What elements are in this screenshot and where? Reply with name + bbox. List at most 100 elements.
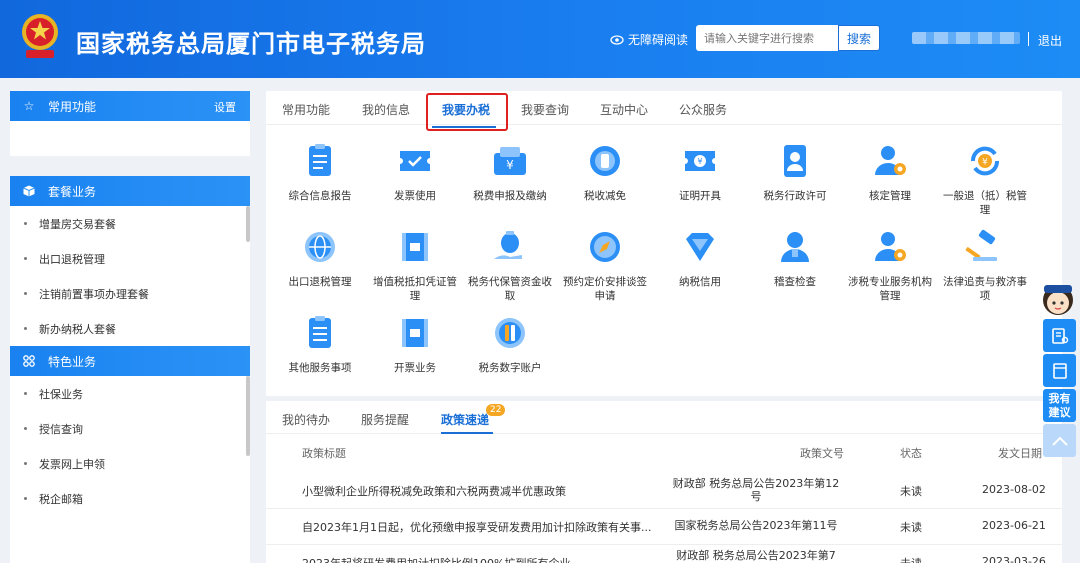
sidebar-item-label: 增量房交易套餐 [39, 217, 116, 231]
bullet-dot [24, 257, 27, 260]
assistant-mascot-icon[interactable] [1038, 280, 1078, 318]
func-label: 综合信息报告 [288, 190, 352, 202]
sidebar-special-header[interactable]: 特色业务 [10, 346, 250, 376]
sidebar-common-header[interactable]: ☆ 常用功能 设置 [10, 91, 250, 121]
tab-my-info[interactable]: 我的信息 [362, 101, 410, 118]
sidebar-special-scrollbar[interactable] [246, 376, 250, 456]
user-name-blurred [912, 32, 1020, 44]
policy-status: 未读 [900, 555, 922, 563]
policy-doc-line: 财政部 税务总局公告2023年第7 [676, 549, 836, 562]
tab-todo[interactable]: 我的待办 [282, 411, 330, 428]
sidebar-settings-link[interactable]: 设置 [214, 99, 236, 115]
policy-status: 未读 [900, 521, 922, 534]
gavel-icon [965, 229, 997, 261]
sidebar-item-special[interactable]: 发票网上申领 [10, 446, 250, 481]
bullet-dot [24, 497, 27, 500]
grid-icon [22, 354, 36, 368]
func-legal-remedy[interactable]: 法律追责与救济事项 [943, 227, 1027, 303]
sidebar-item-package[interactable]: 出口退税管理 [10, 241, 250, 276]
bullet-dot [24, 222, 27, 225]
func-inspection[interactable]: 稽查检查 [753, 227, 837, 289]
tab-query[interactable]: 我要查询 [521, 101, 569, 118]
svg-text:¥: ¥ [506, 158, 514, 172]
func-label: 涉税专业服务机构管理 [848, 276, 932, 302]
func-agency-manage[interactable]: 涉税专业服务机构管理 [848, 227, 932, 303]
func-label: 核定管理 [869, 190, 911, 202]
accessibility-link[interactable]: 无障碍阅读 [610, 31, 688, 48]
table-row[interactable]: 2023年起将研发费用加计扣除比例100%扩到所有企业 财政部 税务总局公告20… [266, 545, 1062, 563]
func-label: 一般退（抵）税管理 [943, 190, 1027, 216]
search-input[interactable] [696, 25, 838, 51]
diamond-shield-icon [686, 233, 714, 261]
func-tax-declare[interactable]: ¥ 税费申报及缴纳 [468, 141, 552, 203]
sidebar-item-package[interactable]: 增量房交易套餐 [10, 206, 250, 241]
func-fund-custody[interactable]: 税务代保管资金收取 [468, 227, 552, 303]
tab-interaction[interactable]: 互动中心 [600, 101, 648, 118]
main-tabs: 常用功能 我的信息 我要办税 我要查询 互动中心 公众服务 [266, 91, 1062, 125]
logout-link[interactable]: 退出 [1038, 32, 1062, 49]
func-refund-manage[interactable]: ¥ 一般退（抵）税管理 [943, 141, 1027, 217]
bullet-dot [24, 462, 27, 465]
sidebar-item-special[interactable]: 税企邮箱 [10, 481, 250, 516]
policy-doc-number: 财政部 税务总局公告2023年第12 号 [672, 477, 840, 503]
func-report[interactable]: 综合信息报告 [278, 141, 362, 203]
tax-emblem-icon [22, 14, 58, 58]
sidebar-item-package[interactable]: 新办纳税人套餐 [10, 311, 250, 346]
func-invoice-use[interactable]: 发票使用 [373, 141, 457, 203]
policy-doc-line: 财政部 税务总局公告2023年第12 [672, 477, 840, 490]
table-row[interactable]: 小型微利企业所得税减免政策和六税两费减半优惠政策 财政部 税务总局公告2023年… [266, 473, 1062, 509]
float-doc-button[interactable] [1043, 354, 1076, 387]
accessibility-label: 无障碍阅读 [628, 33, 689, 47]
func-invoice-issue[interactable]: 开票业务 [373, 313, 457, 375]
tab-policy-express[interactable]: 政策速递 [441, 411, 489, 428]
header-separator [1028, 32, 1029, 46]
func-label: 税务行政许可 [763, 190, 827, 202]
sidebar-package-header[interactable]: 套餐业务 [10, 176, 250, 206]
func-verify-manage[interactable]: 核定管理 [848, 141, 932, 203]
func-tax-relief[interactable]: 税收减免 [563, 141, 647, 203]
coin-relief-icon [590, 146, 620, 176]
func-certificate[interactable]: ¥ 证明开具 [658, 141, 742, 203]
float-suggest-button[interactable]: 我有 建议 [1043, 389, 1076, 422]
func-label: 发票使用 [394, 190, 436, 202]
bullet-dot [24, 327, 27, 330]
bottom-active-underline [441, 432, 493, 434]
sidebar-special-title: 特色业务 [48, 354, 97, 369]
vat-invoice-icon [402, 319, 428, 347]
sidebar-item-special[interactable]: 社保业务 [10, 376, 250, 411]
func-label: 证明开具 [679, 190, 721, 202]
func-admin-license[interactable]: 税务行政许可 [753, 141, 837, 203]
tab-service-reminder[interactable]: 服务提醒 [361, 411, 409, 428]
func-tax-credit[interactable]: 纳税信用 [658, 227, 742, 289]
svg-text:¥: ¥ [982, 158, 988, 168]
sidebar-package-list: 增量房交易套餐 出口退税管理 注销前置事项办理套餐 新办纳税人套餐 [10, 206, 250, 346]
tab-public-service[interactable]: 公众服务 [679, 101, 727, 118]
search-button[interactable]: 搜索 [838, 25, 880, 51]
back-to-top-button[interactable] [1043, 424, 1076, 457]
suggest-line-1: 我有 [1048, 391, 1071, 405]
sidebar-package-title: 套餐业务 [48, 184, 97, 199]
policy-doc-line: 号 [750, 490, 762, 503]
table-row[interactable]: 自2023年1月1日起，优化预缴申报享受研发费用加计扣除政策有关事... 国家税… [266, 509, 1062, 545]
money-bag-hand-icon [494, 231, 522, 259]
tab-common[interactable]: 常用功能 [282, 101, 330, 118]
svg-text:¥: ¥ [697, 157, 702, 166]
float-form-button[interactable] [1043, 319, 1076, 352]
sidebar-common-empty [10, 121, 250, 156]
func-other-service[interactable]: 其他服务事项 [278, 313, 362, 375]
sidebar-item-label: 出口退税管理 [39, 252, 105, 266]
func-export-refund[interactable]: 出口退税管理 [278, 227, 362, 289]
func-label: 税务数字账户 [478, 362, 542, 374]
sidebar-item-label: 社保业务 [39, 387, 83, 401]
col-header-title: 政策标题 [302, 447, 346, 460]
func-vat-voucher[interactable]: 增值税抵扣凭证管理 [373, 227, 457, 303]
sidebar-item-label: 税企邮箱 [39, 492, 83, 506]
sidebar-item-package[interactable]: 注销前置事项办理套餐 [10, 276, 250, 311]
sidebar-package-scrollbar[interactable] [246, 206, 250, 242]
col-header-status: 状态 [900, 447, 922, 460]
func-pricing-apply[interactable]: 预约定价安排谈签申请 [563, 227, 647, 303]
star-icon: ☆ [23, 99, 35, 113]
eye-icon [610, 34, 624, 45]
func-digital-account[interactable]: 税务数字账户 [468, 313, 552, 375]
sidebar-item-special[interactable]: 授信查询 [10, 411, 250, 446]
